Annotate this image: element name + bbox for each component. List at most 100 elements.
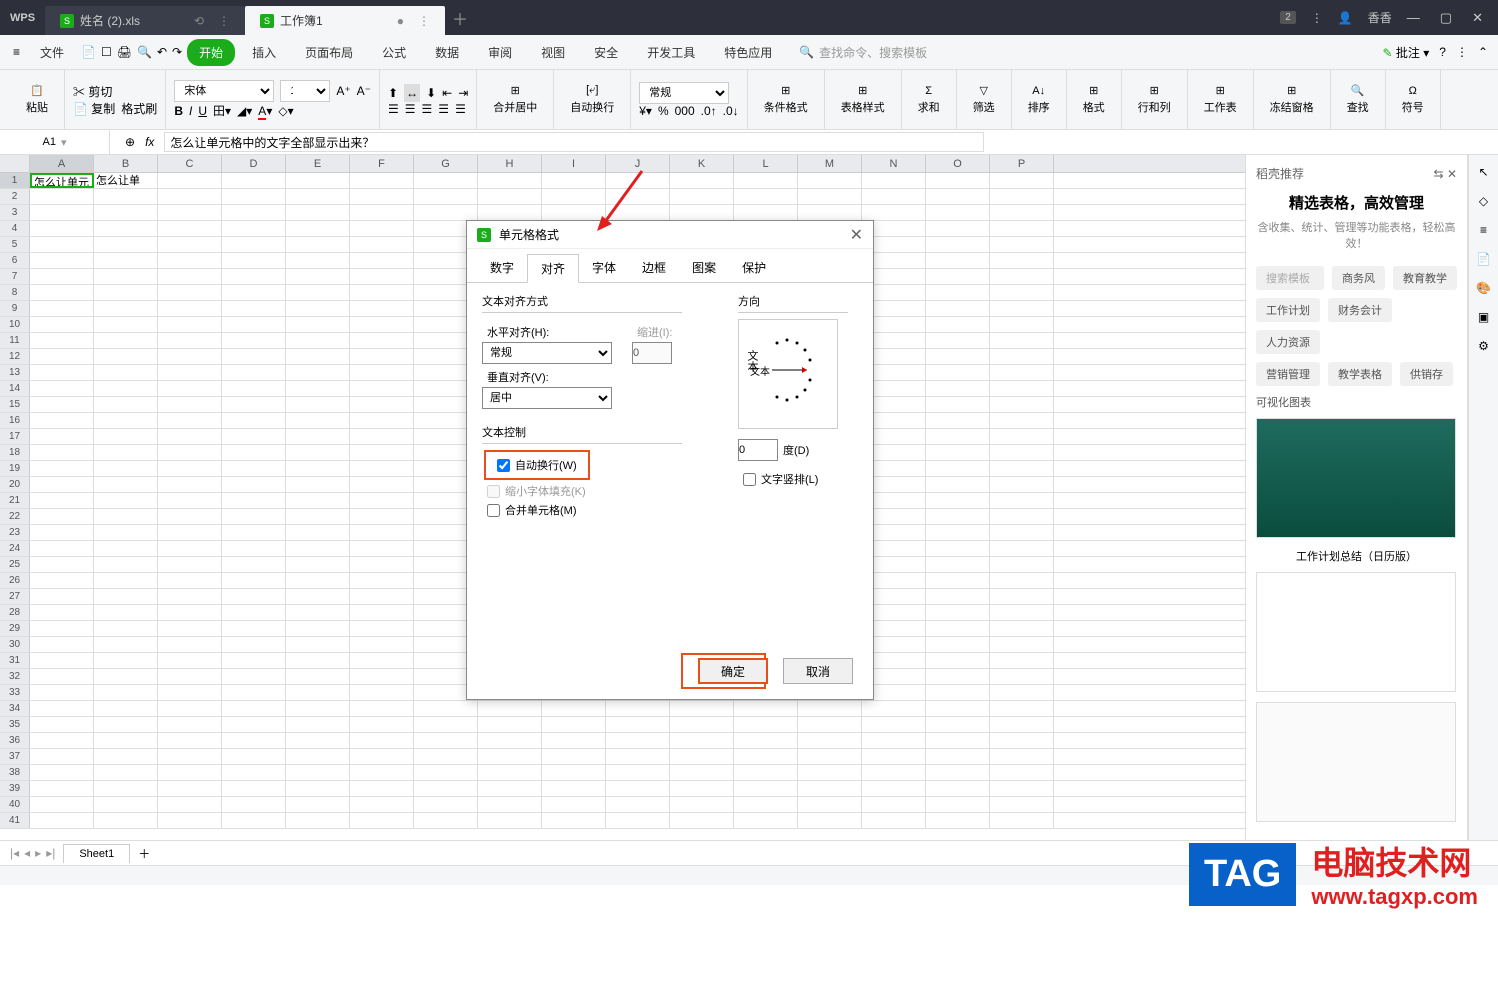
cell[interactable]: [30, 717, 94, 732]
cell[interactable]: [94, 573, 158, 588]
cell[interactable]: [286, 701, 350, 716]
cell[interactable]: [286, 573, 350, 588]
cell[interactable]: [990, 717, 1054, 732]
cell[interactable]: [94, 189, 158, 204]
underline-button[interactable]: U: [198, 104, 207, 118]
cell[interactable]: [286, 493, 350, 508]
indent-icon[interactable]: ☰: [455, 102, 466, 116]
cell[interactable]: [926, 397, 990, 412]
cell[interactable]: [222, 541, 286, 556]
new-tab-button[interactable]: ＋: [445, 6, 475, 30]
panel-settings-icon[interactable]: ⇆: [1434, 167, 1444, 181]
row-header[interactable]: 33: [0, 685, 30, 700]
col-header[interactable]: D: [222, 155, 286, 172]
cell[interactable]: [286, 653, 350, 668]
cell[interactable]: [222, 733, 286, 748]
cell[interactable]: [222, 653, 286, 668]
col-header[interactable]: O: [926, 155, 990, 172]
cell[interactable]: [350, 349, 414, 364]
cell[interactable]: [286, 685, 350, 700]
format-painter-button[interactable]: 格式刷: [121, 100, 157, 117]
tab-font[interactable]: 字体: [579, 254, 629, 282]
cell[interactable]: [286, 429, 350, 444]
row-header[interactable]: 13: [0, 365, 30, 380]
select-all-corner[interactable]: [0, 155, 30, 172]
cell[interactable]: [158, 445, 222, 460]
row-header[interactable]: 3: [0, 205, 30, 220]
row-header[interactable]: 32: [0, 669, 30, 684]
col-header[interactable]: H: [478, 155, 542, 172]
cell[interactable]: [926, 173, 990, 188]
cell[interactable]: [798, 189, 862, 204]
cell[interactable]: [606, 717, 670, 732]
cell[interactable]: [222, 557, 286, 572]
dialog-close-button[interactable]: ✕: [850, 225, 863, 245]
decrease-font-icon[interactable]: A⁻: [357, 84, 371, 98]
cell[interactable]: [350, 333, 414, 348]
cell[interactable]: [414, 765, 478, 780]
cell[interactable]: [30, 237, 94, 252]
align-right-icon[interactable]: ☰: [422, 102, 433, 116]
cell[interactable]: [414, 797, 478, 812]
help-icon[interactable]: ?: [1439, 45, 1446, 59]
percent-icon[interactable]: %: [658, 104, 669, 118]
col-header[interactable]: G: [414, 155, 478, 172]
cell[interactable]: [990, 797, 1054, 812]
cell[interactable]: [990, 317, 1054, 332]
tag-item[interactable]: 教学表格: [1328, 362, 1392, 386]
cell[interactable]: [94, 525, 158, 540]
cell[interactable]: [30, 685, 94, 700]
cell[interactable]: [990, 445, 1054, 460]
row-header[interactable]: 39: [0, 781, 30, 796]
cell[interactable]: [478, 701, 542, 716]
notification-icon[interactable]: ⋮: [1311, 11, 1323, 25]
cell[interactable]: [286, 237, 350, 252]
cell[interactable]: [926, 653, 990, 668]
cell[interactable]: [286, 557, 350, 572]
cell[interactable]: [350, 429, 414, 444]
cell[interactable]: [158, 189, 222, 204]
cell[interactable]: [542, 701, 606, 716]
cell[interactable]: [926, 301, 990, 316]
cell[interactable]: [926, 541, 990, 556]
cell[interactable]: [286, 541, 350, 556]
menu-hamburger-icon[interactable]: ≡: [10, 42, 23, 62]
row-header[interactable]: 25: [0, 557, 30, 572]
cell[interactable]: [30, 509, 94, 524]
cell[interactable]: [286, 173, 350, 188]
cell[interactable]: [798, 733, 862, 748]
cell[interactable]: [606, 733, 670, 748]
symbol-button[interactable]: Ω符号: [1394, 82, 1432, 118]
cancel-button[interactable]: 取消: [783, 658, 853, 684]
worksheet-button[interactable]: ⊞工作表: [1196, 81, 1245, 118]
row-header[interactable]: 1: [0, 173, 30, 188]
cell[interactable]: [414, 813, 478, 828]
cell[interactable]: [350, 477, 414, 492]
cell[interactable]: [158, 589, 222, 604]
cell[interactable]: [30, 605, 94, 620]
cell[interactable]: [926, 269, 990, 284]
cell[interactable]: [30, 637, 94, 652]
cell[interactable]: [94, 765, 158, 780]
cell[interactable]: [30, 397, 94, 412]
cell[interactable]: [926, 701, 990, 716]
cell[interactable]: [990, 285, 1054, 300]
cell[interactable]: [286, 797, 350, 812]
tab-more-icon[interactable]: ⋮: [418, 14, 430, 28]
cell[interactable]: [926, 253, 990, 268]
cell[interactable]: [350, 221, 414, 236]
cell[interactable]: [990, 701, 1054, 716]
row-header[interactable]: 9: [0, 301, 30, 316]
sheet-next-icon[interactable]: ▸: [35, 846, 41, 860]
cell[interactable]: [222, 525, 286, 540]
row-header[interactable]: 29: [0, 621, 30, 636]
align-justify-icon[interactable]: ☰: [438, 102, 449, 116]
cell[interactable]: [222, 717, 286, 732]
cell[interactable]: [158, 733, 222, 748]
freeze-button[interactable]: ⊞冻结窗格: [1262, 81, 1322, 118]
cell[interactable]: [158, 397, 222, 412]
cell[interactable]: [990, 301, 1054, 316]
doc-icon[interactable]: 📄: [1476, 252, 1491, 266]
cell[interactable]: [30, 781, 94, 796]
orientation-box[interactable]: 文本 文本: [738, 319, 838, 429]
